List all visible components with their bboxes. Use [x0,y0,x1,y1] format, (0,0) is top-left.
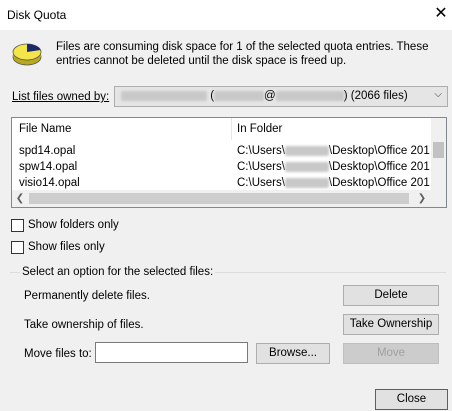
close-window-icon[interactable]: ✕ [430,2,452,26]
show-folders-label[interactable]: Show folders only [28,219,119,231]
vertical-scrollbar[interactable] [431,118,446,190]
folder-suffix: \Desktop\Office 201 [328,145,430,157]
table-row-folder[interactable]: C:\Users\ \Desktop\Office 201 [237,145,430,157]
title-bar [0,0,452,30]
redacted-user [284,177,329,188]
quota-message: Files are consuming disk space for 1 of … [56,41,429,67]
take-ownership-button[interactable]: Take Ownership [343,314,439,335]
scroll-right-icon[interactable]: ❯ [414,190,430,207]
table-row-folder[interactable]: C:\Users\ \Desktop\Office 201 [237,161,430,173]
move-button[interactable]: Move [343,343,439,364]
column-header-file-name[interactable]: File Name [19,118,72,140]
move-destination-input[interactable] [95,342,248,363]
folder-suffix: \Desktop\Office 201 [328,177,430,189]
move-files-label: Move files to: [24,348,92,360]
browse-button[interactable]: Browse... [256,343,330,364]
scroll-left-icon[interactable]: ❮ [12,190,28,207]
show-files-checkbox[interactable] [11,241,24,254]
delete-button[interactable]: Delete [343,285,439,306]
vertical-scroll-thumb[interactable] [433,142,444,158]
window-title: Disk Quota [7,8,67,22]
folder-suffix: \Desktop\Office 201 [328,161,430,173]
owner-file-count: ) (2066 files) [343,90,408,102]
owner-at: @ [264,90,276,102]
chevron-down-icon[interactable]: ⌵ [434,89,442,100]
close-button[interactable]: Close [375,389,448,410]
owner-label: List files owned by: [12,91,109,103]
take-ownership-label: Take ownership of files. [24,319,144,331]
column-header-in-folder[interactable]: In Folder [237,118,283,140]
redacted-user [214,90,265,101]
file-actions-group-title: Select an option for the selected files: [20,266,216,278]
file-list[interactable]: File Name In Folder spd14.opal C:\Users\… [11,117,447,208]
redacted-user [284,161,329,172]
table-row-name[interactable]: spw14.opal [19,161,77,173]
folder-prefix: C:\Users\ [237,145,285,157]
table-row-folder[interactable]: C:\Users\ \Desktop\Office 201 [237,177,430,189]
show-folders-checkbox[interactable] [11,219,24,232]
redacted-domain [275,90,344,101]
show-files-label[interactable]: Show files only [28,241,105,253]
delete-files-label: Permanently delete files. [24,290,150,302]
table-row-name[interactable]: spd14.opal [19,145,75,157]
column-divider[interactable] [231,118,232,140]
owner-dropdown[interactable]: (@) (2066 files) ⌵ [114,86,448,107]
table-row-name[interactable]: visio14.opal [19,177,80,189]
horizontal-scroll-thumb[interactable] [29,193,409,204]
owner-selected-value: (@) (2066 files) [121,90,408,102]
redacted-user [284,145,329,156]
folder-prefix: C:\Users\ [237,161,285,173]
disk-pie-icon [12,43,42,66]
redacted-name [121,90,207,101]
folder-prefix: C:\Users\ [237,177,285,189]
horizontal-scrollbar[interactable]: ❮ ❯ [12,190,446,207]
owner-label-text: List files owned by: [12,91,110,103]
